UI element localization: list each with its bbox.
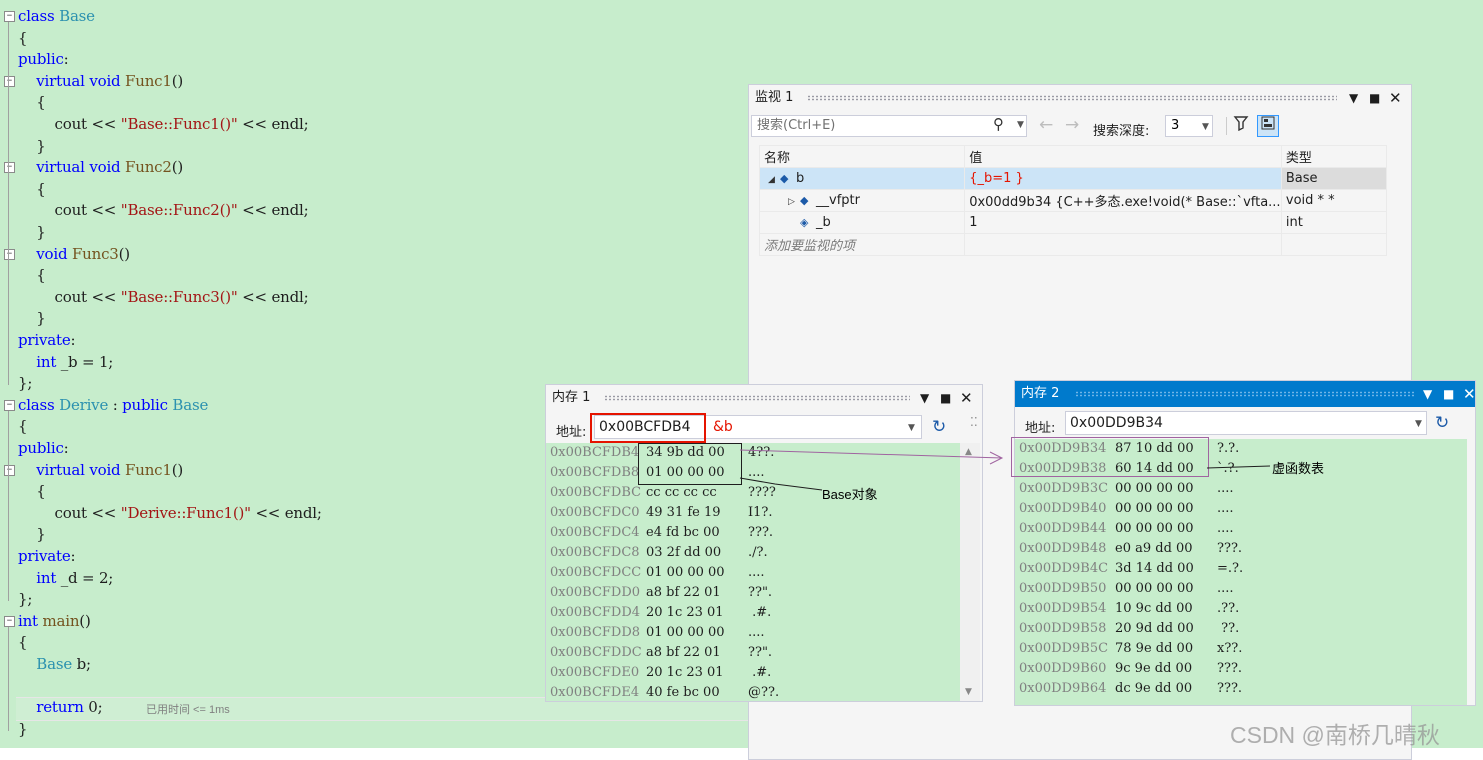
vtable-annotation: 虚函数表: [1272, 461, 1325, 476]
watermark: CSDN @南桥几晴秋: [1230, 722, 1440, 748]
annotation-arrows: [739, 449, 1271, 491]
base-object-annotation: Base对象: [822, 487, 878, 502]
base-object-pointer: [739, 477, 823, 491]
vfptr-arrow: [739, 449, 1003, 459]
vtable-pointer: [1206, 465, 1271, 469]
